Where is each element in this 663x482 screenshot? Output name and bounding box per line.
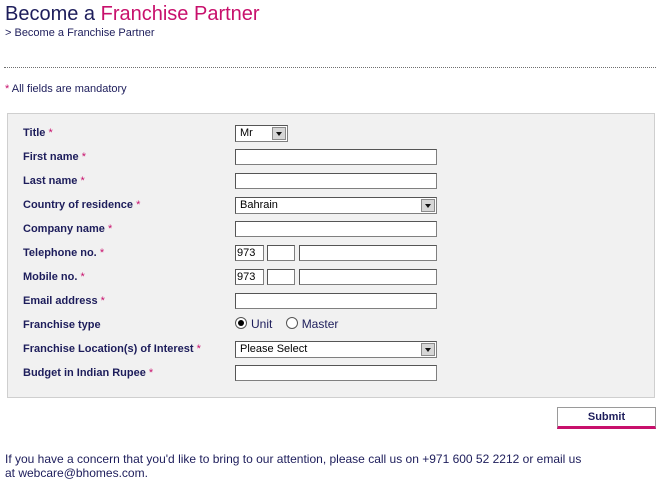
title-label-text: Title — [23, 127, 46, 139]
mobile-area-field[interactable] — [267, 269, 295, 285]
first-name-label-text: First name — [23, 151, 79, 163]
contact-footer: If you have a concern that you'd like to… — [5, 452, 625, 480]
company-name-field[interactable] — [235, 221, 437, 237]
mandatory-notice: * All fields are mandatory — [5, 83, 127, 95]
budget-field[interactable] — [235, 365, 437, 381]
franchise-type-row: Franchise type Unit Master — [8, 317, 654, 335]
radio-master[interactable] — [285, 317, 298, 329]
required-star: * — [148, 367, 154, 379]
mandatory-notice-text: All fields are mandatory — [9, 83, 127, 95]
required-star: * — [80, 271, 85, 283]
company-label-text: Company name — [23, 223, 105, 235]
title-row: Title * Mr — [8, 125, 654, 143]
required-star: * — [107, 223, 113, 235]
telephone-label-text: Telephone no. — [23, 247, 97, 259]
location-row: Franchise Location(s) of Interest * Plea… — [8, 341, 654, 359]
required-star: * — [196, 343, 201, 355]
country-select-value: Bahrain — [240, 199, 278, 211]
email-label-text: Email address — [23, 295, 98, 307]
chevron-down-icon[interactable] — [421, 343, 435, 356]
first-name-label: First name * — [23, 151, 86, 163]
mobile-label-text: Mobile no. — [23, 271, 78, 283]
mobile-number-field[interactable] — [299, 269, 437, 285]
location-label: Franchise Location(s) of Interest * — [23, 343, 201, 355]
required-star: * — [80, 175, 85, 187]
telephone-code-field[interactable]: 973 — [235, 245, 264, 261]
page-title: Become a Franchise Partner — [5, 3, 260, 26]
required-star: * — [48, 127, 53, 139]
title-select-value: Mr — [240, 127, 253, 139]
required-star: * — [136, 199, 141, 211]
telephone-number-field[interactable] — [299, 245, 437, 261]
first-name-field[interactable] — [235, 149, 437, 165]
radio-unit-label[interactable]: Unit — [251, 317, 272, 331]
breadcrumb: > Become a Franchise Partner — [5, 27, 155, 39]
location-select-value: Please Select — [240, 343, 308, 355]
chevron-down-icon[interactable] — [421, 199, 435, 212]
location-select[interactable]: Please Select — [235, 341, 437, 358]
last-name-label: Last name * — [23, 175, 85, 187]
required-star: * — [81, 151, 86, 163]
franchise-type-radio-group: Unit Master — [235, 317, 348, 331]
first-name-row: First name * — [8, 149, 654, 167]
chevron-down-icon[interactable] — [272, 127, 286, 140]
dotted-divider — [4, 67, 656, 68]
required-star: * — [100, 295, 105, 307]
budget-row: Budget in Indian Rupee * — [8, 365, 654, 383]
franchise-form: Title * Mr First name * Last name * Coun… — [7, 113, 655, 398]
telephone-row: Telephone no. * 973 — [8, 245, 654, 263]
email-field[interactable] — [235, 293, 437, 309]
last-name-label-text: Last name — [23, 175, 78, 187]
company-row: Company name * — [8, 221, 654, 239]
email-row: Email address * — [8, 293, 654, 311]
footer-text-end: . — [144, 466, 148, 480]
telephone-label: Telephone no. * — [23, 247, 104, 259]
location-label-text: Franchise Location(s) of Interest — [23, 343, 194, 355]
radio-unit[interactable] — [235, 317, 247, 329]
email-label: Email address * — [23, 295, 105, 307]
title-select[interactable]: Mr — [235, 125, 288, 142]
budget-label-text: Budget in Indian Rupee — [23, 367, 146, 379]
franchise-type-label: Franchise type — [23, 319, 101, 331]
title-label: Title * — [23, 127, 53, 139]
required-star: * — [99, 247, 105, 259]
footer-text-line2: at — [5, 466, 19, 480]
last-name-row: Last name * — [8, 173, 654, 191]
footer-text-line1: If you have a concern that you'd like to… — [5, 452, 582, 466]
country-select[interactable]: Bahrain — [235, 197, 437, 214]
page-title-prefix: Become a — [5, 3, 101, 25]
country-label-text: Country of residence — [23, 199, 134, 211]
company-label: Company name * — [23, 223, 112, 235]
last-name-field[interactable] — [235, 173, 437, 189]
mobile-code-field[interactable]: 973 — [235, 269, 264, 285]
budget-label: Budget in Indian Rupee * — [23, 367, 153, 379]
radio-master-label[interactable]: Master — [302, 317, 339, 331]
page-title-accent: Franchise Partner — [100, 3, 260, 25]
footer-email-link[interactable]: webcare@bhomes.com — [18, 466, 144, 480]
mobile-row: Mobile no. * 973 — [8, 269, 654, 287]
mobile-label: Mobile no. * — [23, 271, 85, 283]
telephone-area-field[interactable] — [267, 245, 295, 261]
country-row: Country of residence * Bahrain — [8, 197, 654, 215]
submit-button[interactable]: Submit — [557, 407, 656, 429]
country-label: Country of residence * — [23, 199, 140, 211]
